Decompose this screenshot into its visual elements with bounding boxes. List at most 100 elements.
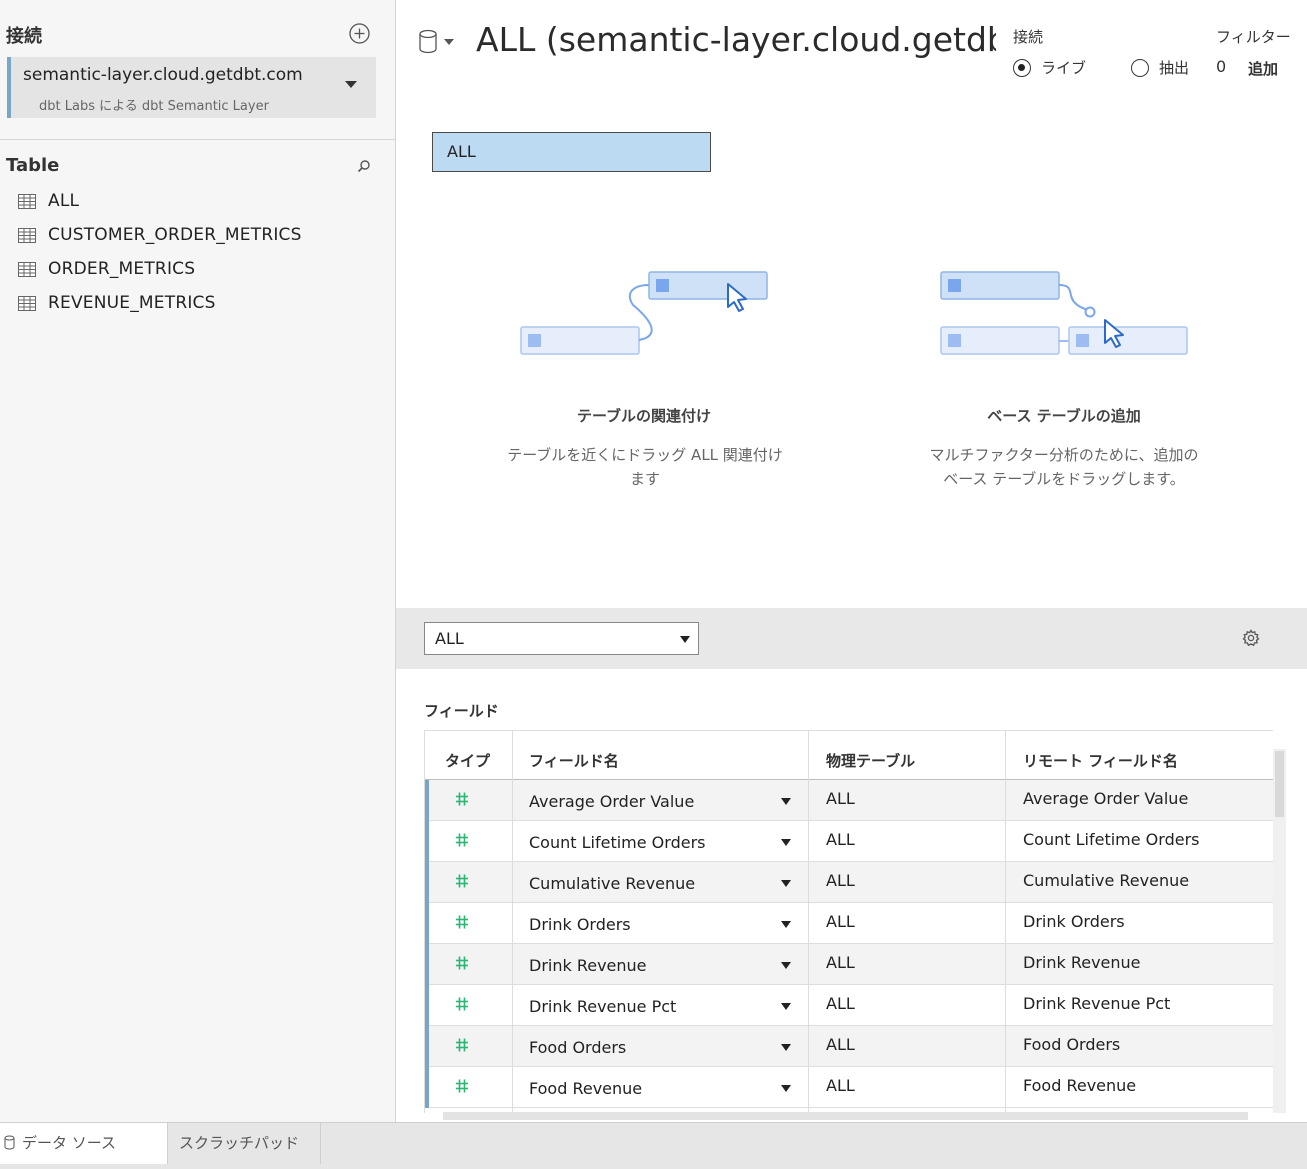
column-header-field-name[interactable]: フィールド名	[529, 731, 619, 781]
field-menu-caret-icon[interactable]	[781, 921, 791, 928]
datasource-icon[interactable]	[418, 29, 438, 54]
table-row[interactable]: Average Order Value ALL Average Order Valu…	[425, 780, 1273, 821]
row-marker	[425, 985, 429, 1026]
row-marker	[425, 780, 429, 821]
remote-field-name: Cumulative Revenue	[1023, 871, 1190, 890]
table-item-label: REVENUE_METRICS	[48, 293, 216, 313]
connection-item[interactable]: semantic-layer.cloud.getdbt.com dbt Labs…	[7, 57, 376, 118]
tab-data-source-label: データ ソース	[22, 1134, 117, 1152]
tab-scratchpad[interactable]: スクラッチパッド	[168, 1123, 321, 1164]
table-item-label: CUSTOMER_ORDER_METRICS	[48, 225, 302, 245]
table-item-revenue-metrics[interactable]: REVENUE_METRICS	[18, 290, 216, 316]
field-name[interactable]: Cumulative Revenue	[529, 874, 695, 893]
field-name[interactable]: Food Orders	[529, 1038, 626, 1057]
row-marker	[425, 903, 429, 944]
divider	[0, 139, 395, 140]
number-icon[interactable]	[455, 996, 469, 1012]
add-filter-link[interactable]: 追加	[1248, 58, 1278, 79]
physical-table: ALL	[826, 994, 855, 1013]
number-icon[interactable]	[455, 873, 469, 889]
tab-data-source[interactable]: データ ソース	[0, 1123, 168, 1164]
field-name[interactable]: Average Order Value	[529, 792, 694, 811]
field-menu-caret-icon[interactable]	[781, 880, 791, 887]
number-icon[interactable]	[455, 1078, 469, 1094]
number-icon[interactable]	[455, 914, 469, 930]
datasource-icon	[4, 1135, 15, 1150]
remote-field-name: Food Revenue	[1023, 1076, 1137, 1095]
number-icon[interactable]	[455, 1037, 469, 1053]
canvas-table-all[interactable]: ALL	[432, 132, 711, 172]
table-item-customer-order-metrics[interactable]: CUSTOMER_ORDER_METRICS	[18, 222, 302, 248]
tab-scratchpad-label: スクラッチパッド	[179, 1134, 300, 1152]
column-header-type[interactable]: タイプ	[445, 731, 490, 781]
relate-tables-title: テーブルの関連付け	[576, 407, 712, 425]
column-header-remote-field-name[interactable]: リモート フィールド名	[1023, 731, 1178, 781]
table-select-value: ALL	[435, 629, 464, 648]
fields-heading: フィールド	[424, 702, 499, 720]
extract-radio[interactable]	[1131, 59, 1149, 77]
sheet-tab-bar: データ ソース スクラッチパッド	[0, 1122, 1307, 1169]
add-base-table-title: ベース テーブルの追加	[987, 407, 1141, 425]
field-menu-caret-icon[interactable]	[781, 798, 791, 805]
physical-table: ALL	[826, 953, 855, 972]
table-heading: Table	[6, 155, 60, 176]
table-item-order-metrics[interactable]: ORDER_METRICS	[18, 256, 195, 282]
table-row[interactable]: Drink Orders ALL Drink Orders	[425, 903, 1273, 944]
number-icon[interactable]	[455, 832, 469, 848]
field-name[interactable]: Drink Revenue Pct	[529, 997, 676, 1016]
table-item-all[interactable]: ALL	[18, 188, 79, 214]
app-root: 接続 semantic-layer.cloud.getdbt.com dbt L…	[0, 0, 1307, 1169]
connection-menu-caret-icon[interactable]	[345, 81, 357, 88]
vertical-scrollbar-thumb[interactable]	[1275, 751, 1284, 817]
vertical-scrollbar[interactable]	[1273, 749, 1286, 1113]
search-icon[interactable]	[356, 158, 372, 174]
field-name[interactable]: Drink Orders	[529, 915, 631, 934]
horizontal-scrollbar[interactable]	[443, 1112, 1248, 1120]
table-select[interactable]: ALL	[424, 622, 699, 655]
add-base-table-text: マルチファクター分析のために、追加のベース テーブルをドラッグします。	[929, 446, 1199, 488]
live-radio-label[interactable]: ライブ	[1041, 57, 1086, 78]
field-name[interactable]: Drink Revenue	[529, 956, 647, 975]
chevron-down-icon	[680, 636, 690, 643]
row-marker	[425, 944, 429, 985]
field-menu-caret-icon[interactable]	[781, 1085, 791, 1092]
add-connection-icon[interactable]	[349, 23, 370, 44]
remote-field-name: Drink Revenue	[1023, 953, 1141, 972]
field-menu-caret-icon[interactable]	[781, 962, 791, 969]
field-menu-caret-icon[interactable]	[781, 839, 791, 846]
table-row[interactable]: Drink Revenue Pct ALL Drink Revenue Pct	[425, 985, 1273, 1026]
table-row[interactable]: Food Revenue ALL Food Revenue	[425, 1067, 1273, 1108]
field-name[interactable]: Food Revenue	[529, 1079, 642, 1098]
table-row[interactable]: Count Lifetime Orders ALL Count Lifetime O…	[425, 821, 1273, 862]
table-icon	[18, 295, 36, 311]
number-icon[interactable]	[455, 955, 469, 971]
row-marker	[425, 862, 429, 903]
table-row[interactable]: Cumulative Revenue ALL Cumulative Revenue	[425, 862, 1273, 903]
table-icon	[18, 227, 36, 243]
table-row[interactable]: Food Orders ALL Food Orders	[425, 1026, 1273, 1067]
row-marker	[425, 1026, 429, 1067]
field-name[interactable]: Count Lifetime Orders	[529, 833, 705, 852]
remote-field-name: Count Lifetime Orders	[1023, 830, 1200, 849]
field-menu-caret-icon[interactable]	[781, 1044, 791, 1051]
extract-radio-label[interactable]: 抽出	[1159, 57, 1189, 78]
datasource-menu-caret-icon[interactable]	[444, 39, 454, 45]
connection-subtitle: dbt Labs による dbt Semantic Layer	[39, 99, 269, 114]
field-menu-caret-icon[interactable]	[781, 1003, 791, 1010]
column-header-physical-table[interactable]: 物理テーブル	[826, 731, 915, 781]
gear-icon[interactable]	[1242, 629, 1260, 647]
filters-label: フィルター	[1216, 28, 1291, 46]
grid-toolbar: ALL	[396, 608, 1307, 669]
add-base-table-illustration	[940, 271, 1188, 355]
live-radio[interactable]	[1013, 59, 1031, 77]
column-divider	[1005, 730, 1006, 1113]
relate-tables-text: テーブルを近くにドラッグ ALL 関連付けます	[507, 446, 783, 488]
table-icon	[18, 261, 36, 277]
number-icon[interactable]	[455, 791, 469, 807]
remote-field-name: Food Orders	[1023, 1035, 1121, 1054]
column-divider	[512, 730, 513, 1113]
table-row[interactable]: Drink Revenue ALL Drink Revenue	[425, 944, 1273, 985]
row-marker	[425, 1067, 429, 1108]
data-pane: 接続 semantic-layer.cloud.getdbt.com dbt L…	[0, 0, 396, 1122]
datasource-title[interactable]: ALL (semantic-layer.cloud.getdbt.com)	[476, 20, 996, 59]
